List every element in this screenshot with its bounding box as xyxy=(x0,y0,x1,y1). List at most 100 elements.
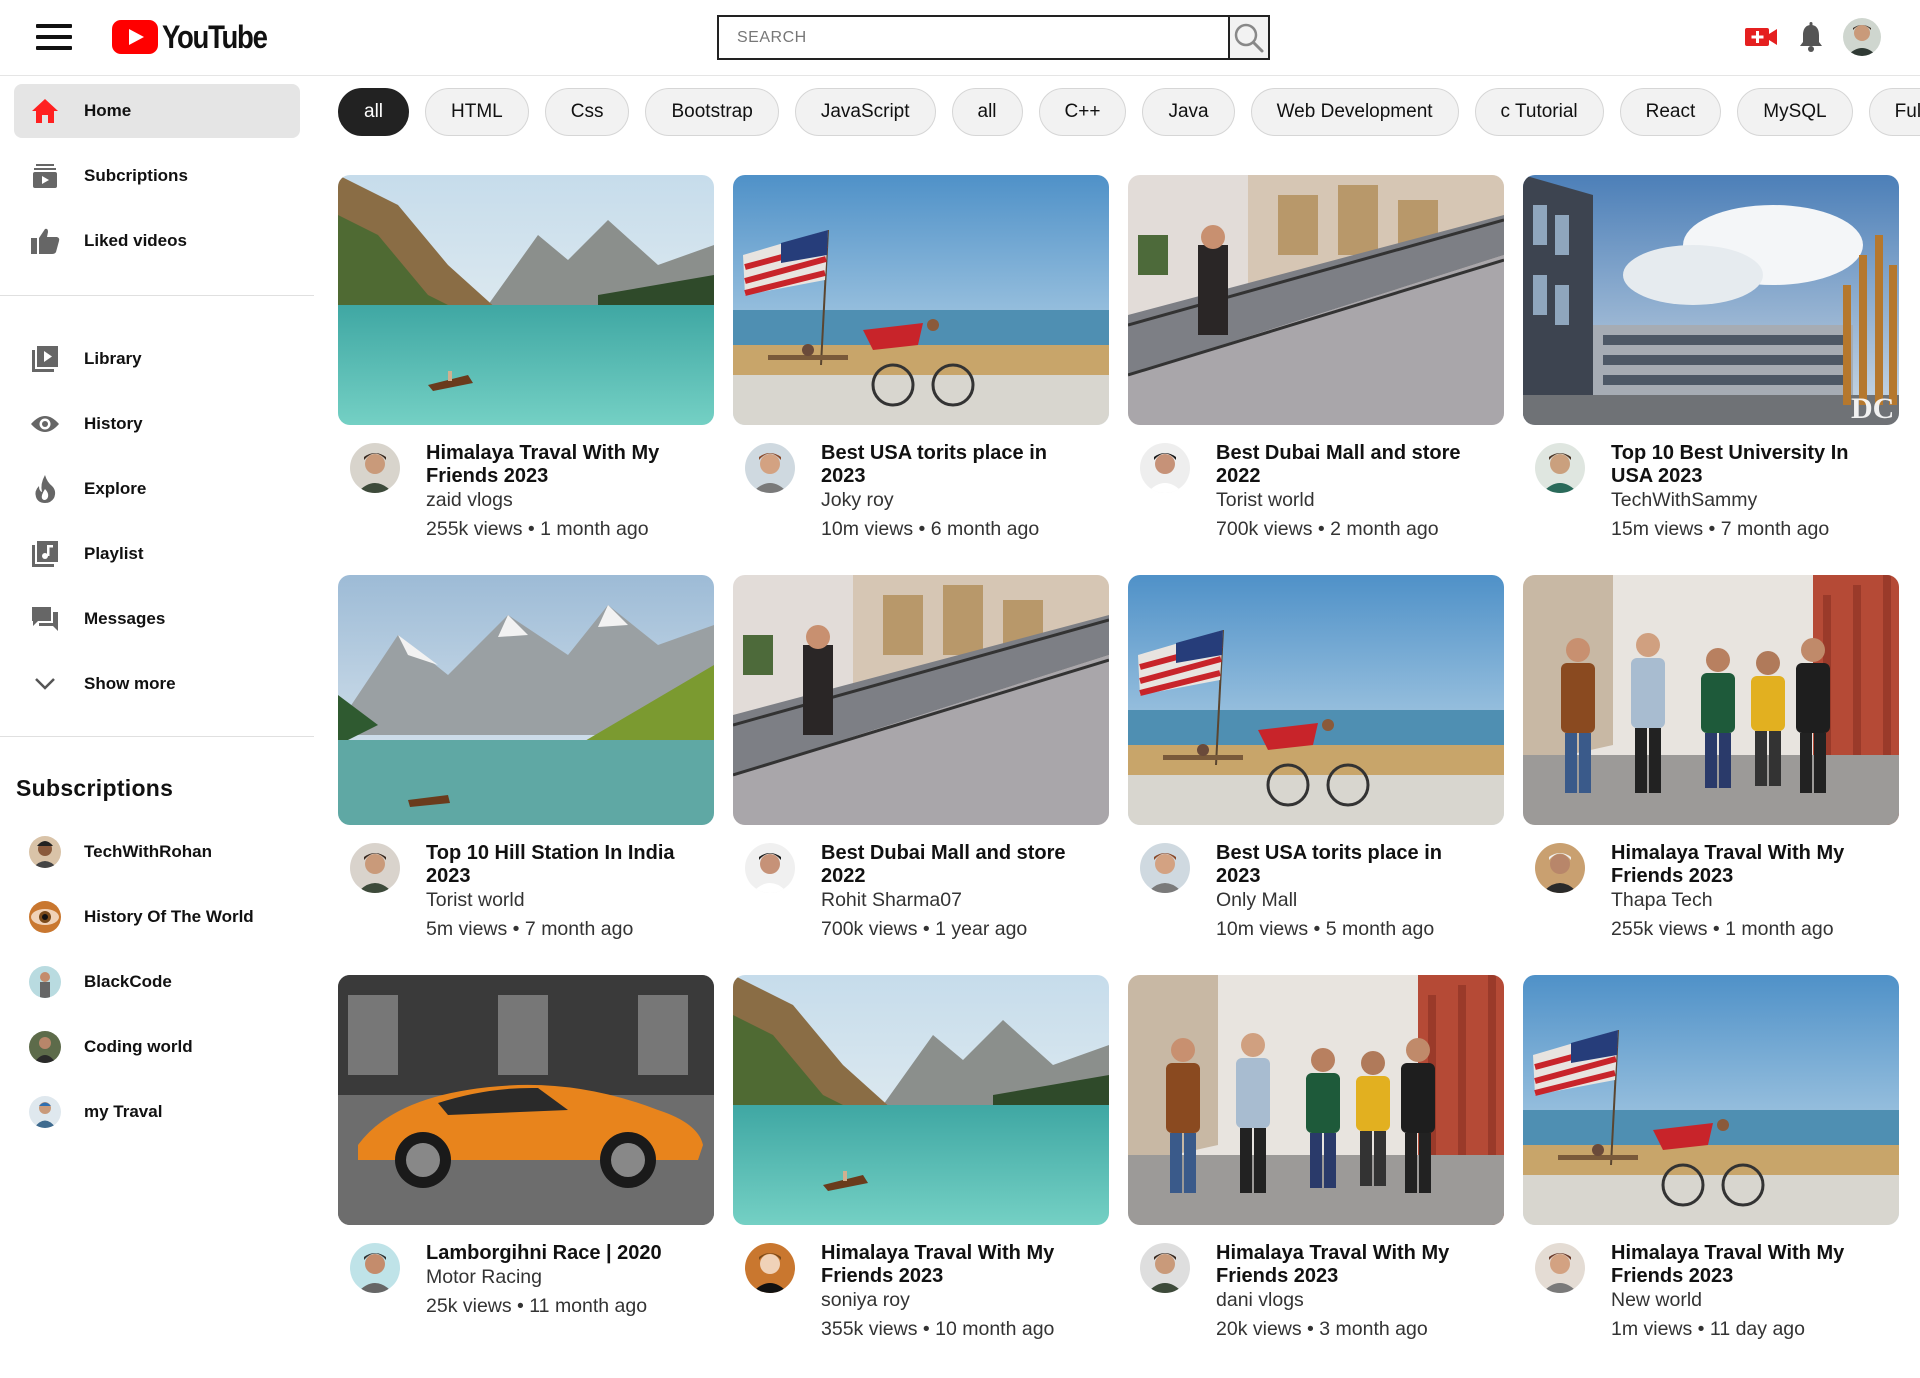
sidebar-item-messages[interactable]: Messages xyxy=(14,592,300,646)
video-card[interactable]: Best USA torits place in 2023 Only Mall 10… xyxy=(1128,575,1504,955)
channel-name[interactable]: New world xyxy=(1611,1289,1702,1312)
video-thumbnail[interactable] xyxy=(338,975,714,1225)
video-title[interactable]: Lamborgihni Race | 2020 xyxy=(426,1242,696,1265)
video-title[interactable]: Best USA torits place in 2023 xyxy=(1216,842,1486,888)
chip-react[interactable]: React xyxy=(1619,88,1722,136)
sidebar-divider xyxy=(0,736,314,737)
search-input[interactable] xyxy=(717,15,1229,60)
video-thumbnail[interactable] xyxy=(1128,975,1504,1225)
sidebar-item-label: Messages xyxy=(84,609,166,628)
video-card[interactable]: Top 10 Hill Station In India 2023 Torist … xyxy=(338,575,714,955)
create-video-icon[interactable] xyxy=(1742,18,1780,56)
video-thumbnail[interactable] xyxy=(733,175,1109,425)
search-button[interactable] xyxy=(1228,15,1270,60)
video-thumbnail[interactable] xyxy=(1128,175,1504,425)
channel-name[interactable]: Torist world xyxy=(1216,489,1315,512)
video-meta: Himalaya Traval With My Friends 2023 Thap… xyxy=(1523,825,1899,955)
sidebar-item-history[interactable]: History xyxy=(14,397,300,451)
hamburger-menu-icon[interactable] xyxy=(36,24,72,50)
subscription-item[interactable]: TechWithRohan xyxy=(14,825,300,879)
video-thumbnail[interactable] xyxy=(338,575,714,825)
video-title[interactable]: Top 10 Best University In USA 2023 xyxy=(1611,442,1881,488)
sidebar-item-home[interactable]: Home xyxy=(14,84,300,138)
sidebar-item-subscriptions[interactable]: Subcriptions xyxy=(14,149,300,203)
channel-avatar[interactable] xyxy=(1140,1243,1190,1293)
video-card[interactable]: Himalaya Traval With My Friends 2023 soni… xyxy=(733,975,1109,1355)
chip-mysql[interactable]: MySQL xyxy=(1737,88,1853,136)
video-card[interactable]: Lamborgihni Race | 2020 Motor Racing 25k v… xyxy=(338,975,714,1355)
channel-name[interactable]: Rohit Sharma07 xyxy=(821,889,962,912)
chip-java[interactable]: Java xyxy=(1142,88,1235,136)
youtube-logo[interactable]: YouTube xyxy=(112,18,284,56)
video-title[interactable]: Himalaya Traval With My Friends 2023 xyxy=(1611,842,1881,888)
channel-avatar[interactable] xyxy=(1140,843,1190,893)
channel-name[interactable]: soniya roy xyxy=(821,1289,910,1312)
video-title[interactable]: Himalaya Traval With My Friends 2023 xyxy=(426,442,696,488)
channel-name[interactable]: zaid vlogs xyxy=(426,489,513,512)
channel-name[interactable]: TechWithSammy xyxy=(1611,489,1757,512)
video-meta: Best Dubai Mall and store 2022 Torist wor… xyxy=(1128,425,1504,555)
video-meta: Lamborgihni Race | 2020 Motor Racing 25k v… xyxy=(338,1225,714,1355)
sidebar-item-library[interactable]: Library xyxy=(14,332,300,386)
channel-name[interactable]: Motor Racing xyxy=(426,1266,542,1289)
chip-bootstrap[interactable]: Bootstrap xyxy=(645,88,779,136)
channel-avatar[interactable] xyxy=(350,843,400,893)
video-card[interactable]: Best USA torits place in 2023 Joky roy 10m… xyxy=(733,175,1109,555)
video-thumbnail[interactable] xyxy=(1523,575,1899,825)
channel-avatar[interactable] xyxy=(1140,443,1190,493)
chip-html[interactable]: HTML xyxy=(425,88,529,136)
channel-avatar[interactable] xyxy=(1535,843,1585,893)
notifications-bell-icon[interactable] xyxy=(1792,18,1830,56)
chip-full-stack[interactable]: Full stack xyxy=(1868,88,1920,136)
channel-name[interactable]: dani vlogs xyxy=(1216,1289,1304,1312)
video-thumbnail[interactable] xyxy=(733,575,1109,825)
channel-name[interactable]: Torist world xyxy=(426,889,525,912)
chip-css[interactable]: Css xyxy=(544,88,630,136)
channel-avatar[interactable] xyxy=(350,443,400,493)
video-card[interactable]: Best Dubai Mall and store 2022 Rohit Shar… xyxy=(733,575,1109,955)
video-thumbnail[interactable] xyxy=(338,175,714,425)
video-title[interactable]: Best USA torits place in 2023 xyxy=(821,442,1091,488)
video-card[interactable]: Best Dubai Mall and store 2022 Torist wor… xyxy=(1128,175,1504,555)
user-avatar[interactable] xyxy=(1843,18,1881,56)
chip-javascript[interactable]: JavaScript xyxy=(794,88,936,136)
video-title[interactable]: Himalaya Traval With My Friends 2023 xyxy=(1611,1242,1881,1288)
chip-web-development[interactable]: Web Development xyxy=(1250,88,1459,136)
video-card[interactable]: Himalaya Traval With My Friends 2023 Thap… xyxy=(1523,575,1899,955)
chip-cpp[interactable]: C++ xyxy=(1038,88,1127,136)
chip-c-tutorial[interactable]: c Tutorial xyxy=(1474,88,1604,136)
subscription-item[interactable]: History Of The World xyxy=(14,890,300,944)
sidebar-item-show-more[interactable]: Show more xyxy=(14,657,300,711)
chip-all-2[interactable]: all xyxy=(951,88,1023,136)
channel-name[interactable]: Thapa Tech xyxy=(1611,889,1713,912)
video-stats: 20k views • 3 month ago xyxy=(1216,1318,1428,1340)
video-card[interactable]: Himalaya Traval With My Friends 2023 New … xyxy=(1523,975,1899,1355)
sidebar-item-playlist[interactable]: Playlist xyxy=(14,527,300,581)
channel-name[interactable]: Only Mall xyxy=(1216,889,1297,912)
video-thumbnail[interactable] xyxy=(733,975,1109,1225)
chip-all[interactable]: all xyxy=(338,88,410,136)
video-title[interactable]: Best Dubai Mall and store 2022 xyxy=(821,842,1091,888)
video-thumbnail[interactable]: DC xyxy=(1523,175,1899,425)
channel-avatar[interactable] xyxy=(350,1243,400,1293)
subscription-item[interactable]: Coding world xyxy=(14,1020,300,1074)
channel-avatar[interactable] xyxy=(745,1243,795,1293)
subscription-item[interactable]: my Traval xyxy=(14,1085,300,1139)
channel-avatar[interactable] xyxy=(745,443,795,493)
video-thumbnail[interactable] xyxy=(1523,975,1899,1225)
channel-avatar[interactable] xyxy=(745,843,795,893)
channel-avatar[interactable] xyxy=(1535,443,1585,493)
channel-name[interactable]: Joky roy xyxy=(821,489,894,512)
video-title[interactable]: Best Dubai Mall and store 2022 xyxy=(1216,442,1486,488)
video-card[interactable]: Himalaya Traval With My Friends 2023 dani… xyxy=(1128,975,1504,1355)
video-thumbnail[interactable] xyxy=(1128,575,1504,825)
subscription-item[interactable]: BlackCode xyxy=(14,955,300,1009)
video-title[interactable]: Himalaya Traval With My Friends 2023 xyxy=(1216,1242,1486,1288)
channel-avatar[interactable] xyxy=(1535,1243,1585,1293)
video-title[interactable]: Himalaya Traval With My Friends 2023 xyxy=(821,1242,1091,1288)
video-card[interactable]: Himalaya Traval With My Friends 2023 zaid… xyxy=(338,175,714,555)
video-card[interactable]: DC Top 10 Best University In USA 2023 Tec… xyxy=(1523,175,1899,555)
video-title[interactable]: Top 10 Hill Station In India 2023 xyxy=(426,842,696,888)
sidebar-item-liked-videos[interactable]: Liked videos xyxy=(14,214,300,268)
sidebar-item-explore[interactable]: Explore xyxy=(14,462,300,516)
